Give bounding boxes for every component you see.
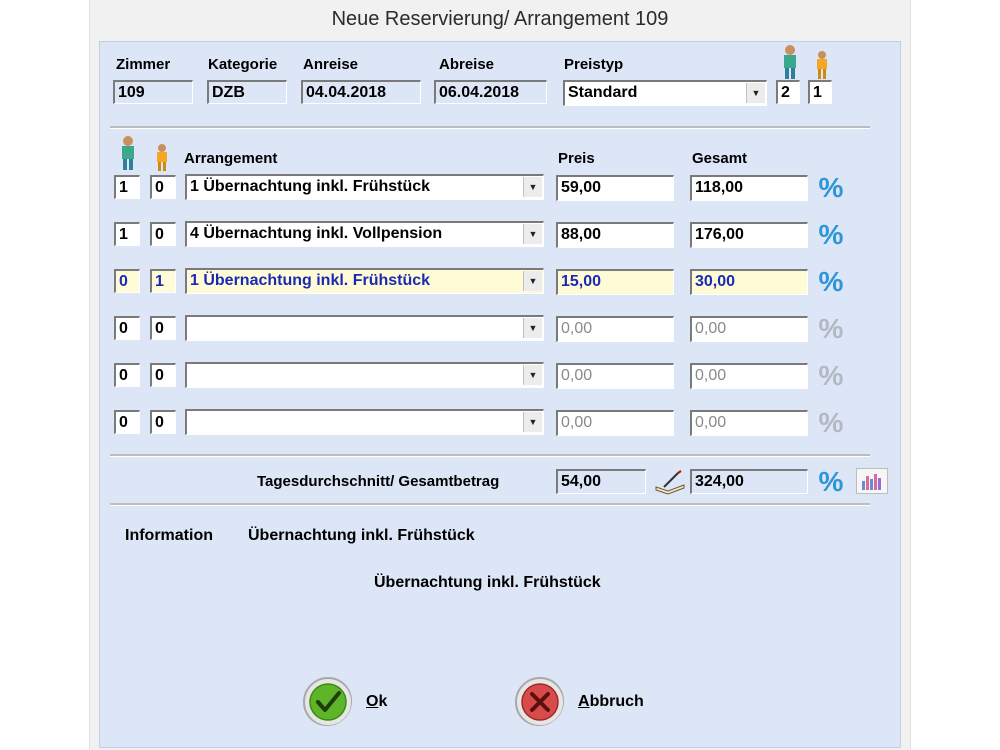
anreise-label: Anreise	[303, 56, 359, 73]
summary-separator	[110, 503, 870, 506]
average-field: 54,00	[556, 469, 646, 494]
row-preis-field[interactable]: 59,00	[556, 175, 674, 201]
row-preis-field[interactable]: 0,00	[556, 316, 674, 342]
abreise-label: Abreise	[439, 56, 495, 73]
row-adults-field[interactable]: 0	[114, 269, 140, 293]
window-title: Neue Reservierung/ Arrangement 109	[331, 8, 669, 30]
row-arrangement-dropdown[interactable]: ▼	[185, 315, 544, 341]
row-adults-field[interactable]: 0	[114, 316, 140, 340]
row-adults-field[interactable]: 0	[114, 363, 140, 387]
adult-person-icon	[122, 136, 134, 170]
child-person-icon	[817, 51, 827, 79]
percent-icon: %	[818, 407, 844, 438]
abreise-field: 06.04.2018	[434, 80, 547, 104]
cancel-button[interactable]: Abbruch	[512, 676, 672, 730]
anreise-field: 04.04.2018	[301, 80, 421, 104]
dialog-window: Neue Reservierung/ Arrangement 109 Zimme…	[89, 0, 911, 750]
information-value: Übernachtung inkl. Frühstück	[248, 527, 475, 544]
preistyp-value: Standard	[568, 84, 638, 101]
row-adults-field[interactable]: 1	[114, 175, 140, 199]
children-count-field[interactable]: 1	[808, 80, 832, 104]
pen-book-icon[interactable]	[654, 469, 686, 495]
row-preis-field[interactable]: 0,00	[556, 363, 674, 389]
percent-icon[interactable]: %	[818, 221, 844, 249]
row-children-field[interactable]: 1	[150, 269, 176, 293]
preistyp-label: Preistyp	[564, 56, 624, 73]
rows-separator	[110, 454, 870, 457]
row-preis-field[interactable]: 88,00	[556, 222, 674, 248]
zimmer-field: 109	[113, 80, 193, 104]
arrangement-column-label: Arrangement	[184, 150, 278, 167]
row-gesamt-field[interactable]: 118,00	[690, 175, 808, 201]
ok-button-label: Ok	[366, 693, 388, 710]
dialog-client-area: Zimmer Kategorie Anreise Abreise Preisty…	[99, 41, 901, 748]
child-person-icon	[157, 144, 167, 171]
chevron-down-icon[interactable]: ▼	[523, 318, 542, 338]
ok-button[interactable]: Ok	[300, 676, 410, 730]
x-icon	[515, 677, 564, 726]
row-adults-field[interactable]: 1	[114, 222, 140, 246]
cancel-button-label: Abbruch	[578, 693, 644, 710]
percent-icon: %	[818, 360, 844, 391]
chevron-down-icon[interactable]: ▼	[746, 83, 765, 103]
summary-label: Tagesdurchschnitt/ Gesamtbetrag	[257, 473, 500, 490]
row-children-field[interactable]: 0	[150, 316, 176, 340]
adult-person-icon	[784, 45, 796, 79]
percent-icon[interactable]: %	[818, 174, 844, 202]
chevron-down-icon[interactable]: ▼	[523, 365, 542, 385]
row-gesamt-field[interactable]: 0,00	[690, 410, 808, 436]
bar-chart-icon[interactable]	[856, 468, 888, 494]
row-preis-field[interactable]: 0,00	[556, 410, 674, 436]
row-arrangement-dropdown[interactable]: ▼	[185, 362, 544, 388]
row-children-field[interactable]: 0	[150, 363, 176, 387]
row-children-field[interactable]: 0	[150, 222, 176, 246]
row-arrangement-dropdown[interactable]: 4 Übernachtung inkl. Vollpension ▼	[185, 221, 544, 247]
chevron-down-icon[interactable]: ▼	[523, 224, 542, 244]
row-children-field[interactable]: 0	[150, 175, 176, 199]
gesamt-column-label: Gesamt	[692, 150, 748, 167]
chevron-down-icon[interactable]: ▼	[523, 177, 542, 197]
preis-column-label: Preis	[558, 150, 595, 167]
header-separator	[110, 126, 870, 129]
row-gesamt-field[interactable]: 30,00	[690, 269, 808, 295]
checkmark-icon	[303, 677, 352, 726]
kategorie-label: Kategorie	[208, 56, 278, 73]
chevron-down-icon[interactable]: ▼	[523, 412, 542, 432]
zimmer-label: Zimmer	[116, 56, 171, 73]
row-arrangement-dropdown[interactable]: ▼	[185, 409, 544, 435]
percent-icon[interactable]: %	[818, 268, 844, 296]
row-gesamt-field[interactable]: 0,00	[690, 316, 808, 342]
information-label: Information	[125, 527, 213, 544]
row-arrangement-dropdown[interactable]: 1 Übernachtung inkl. Frühstück ▼	[185, 268, 544, 294]
row-preis-field[interactable]: 15,00	[556, 269, 674, 295]
row-arrangement-value: 1 Übernachtung inkl. Frühstück	[190, 272, 431, 289]
chevron-down-icon[interactable]: ▼	[523, 271, 542, 291]
row-gesamt-field[interactable]: 176,00	[690, 222, 808, 248]
row-gesamt-field[interactable]: 0,00	[690, 363, 808, 389]
row-arrangement-dropdown[interactable]: 1 Übernachtung inkl. Frühstück ▼	[185, 174, 544, 200]
row-adults-field[interactable]: 0	[114, 410, 140, 434]
kategorie-field: DZB	[207, 80, 287, 104]
preistyp-dropdown[interactable]: Standard ▼	[563, 80, 767, 106]
percent-icon: %	[818, 313, 844, 344]
percent-icon[interactable]: %	[818, 468, 844, 496]
total-field: 324,00	[690, 469, 808, 494]
row-arrangement-value: 1 Übernachtung inkl. Frühstück	[190, 178, 431, 195]
row-arrangement-value: 4 Übernachtung inkl. Vollpension	[190, 225, 443, 242]
row-children-field[interactable]: 0	[150, 410, 176, 434]
information-detail: Übernachtung inkl. Frühstück	[374, 574, 601, 591]
adults-count-field[interactable]: 2	[776, 80, 800, 104]
